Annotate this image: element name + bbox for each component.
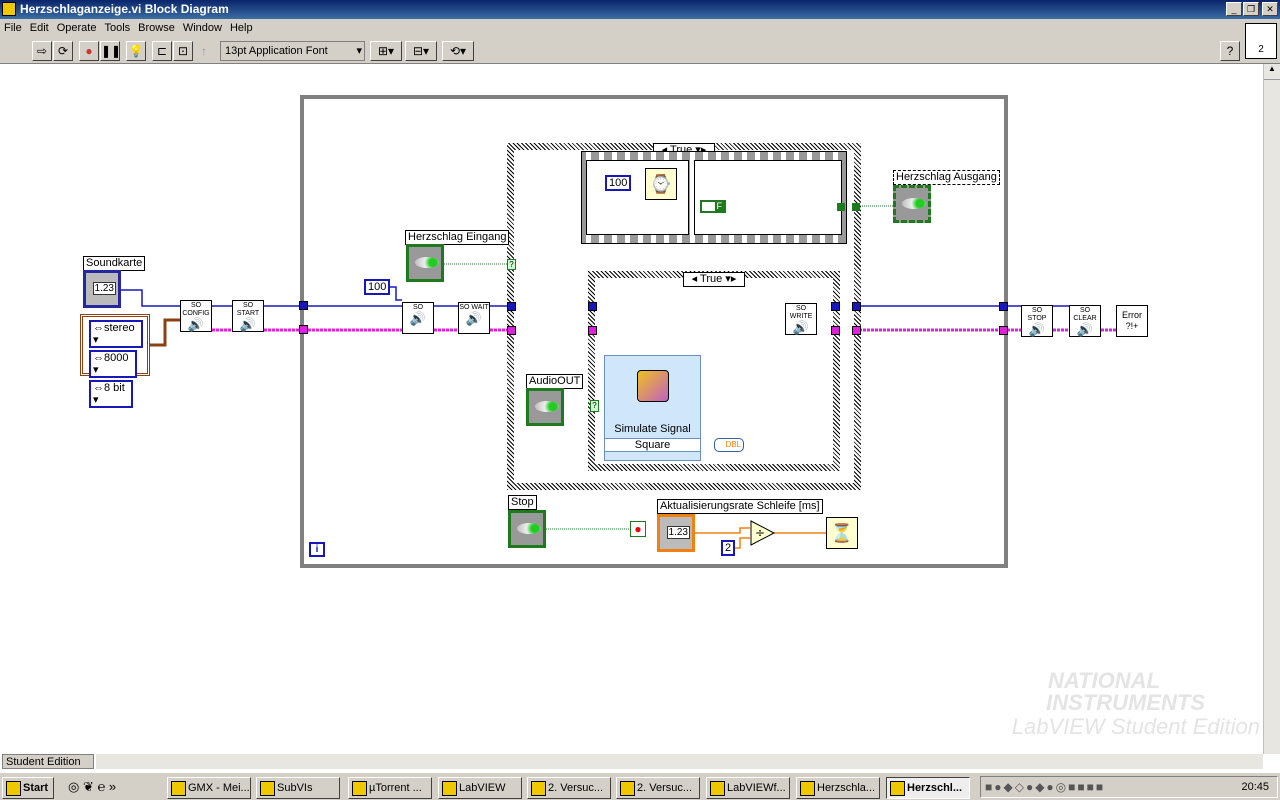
soundkarte-label: Soundkarte bbox=[83, 256, 146, 271]
stop-label: Stop bbox=[508, 495, 537, 510]
loop-tunnel-error bbox=[299, 325, 308, 334]
herzschlag-ausgang-indicator[interactable] bbox=[893, 185, 931, 223]
timeout-constant[interactable]: 100 bbox=[364, 279, 391, 295]
herzschlag-ausgang-label: Herzschlag Ausgang bbox=[893, 170, 1000, 185]
audioout-control[interactable] bbox=[526, 388, 564, 426]
sequence-tunnel bbox=[837, 203, 845, 211]
wire-int bbox=[120, 289, 180, 307]
task-gmx[interactable]: GMX - Mei... bbox=[167, 777, 251, 799]
rate-control[interactable]: 1.23 bbox=[657, 514, 695, 552]
sound-config-vi[interactable]: SO CONFIG 🔊 bbox=[180, 300, 212, 332]
sequence-frame-2[interactable] bbox=[694, 160, 842, 235]
sound-wait-label: SO WAIT bbox=[459, 304, 489, 311]
system-tray: ■●◆◇●◆●◎■■■■ 20:45 bbox=[980, 776, 1278, 798]
inner-case-value: True bbox=[700, 273, 723, 285]
soundkarte-control[interactable]: 1.23 bbox=[83, 270, 121, 308]
svg-text:÷: ÷ bbox=[755, 526, 765, 540]
inner-tunnel-error bbox=[588, 326, 597, 335]
sound-format-cluster[interactable]: ⇔stereo ▾ ⇔8000 ▾ ⇔8 bit ▾ bbox=[80, 314, 150, 408]
sound-config-label: SO CONFIG bbox=[182, 302, 210, 317]
inner-case-selector[interactable]: ◂ True ▾▸ bbox=[683, 272, 745, 287]
taskbar: Start ◎ ❦ ℮ » GMX - Mei... SubVIs µTorre… bbox=[0, 772, 1280, 800]
watermark-line3: LabVIEW Student Edition bbox=[1011, 714, 1260, 739]
wire-cluster bbox=[150, 318, 180, 347]
sound-write-vi[interactable]: SO WRITE 🔊 bbox=[785, 303, 817, 335]
inner-tunnel-refnum-out bbox=[831, 302, 840, 311]
case-tunnel-refnum bbox=[507, 302, 516, 311]
sound-timeout-label: SO bbox=[412, 304, 424, 311]
inner-tunnel-refnum bbox=[588, 302, 597, 311]
clock: 20:45 bbox=[1241, 781, 1269, 793]
watermark-line1: NATIONAL bbox=[1047, 668, 1160, 693]
task-herzschl-diagram[interactable]: Herzschl... bbox=[886, 777, 970, 799]
inner-tunnel-error-out bbox=[831, 326, 840, 335]
edition-indicator: Student Edition bbox=[2, 754, 94, 769]
tray-icons[interactable]: ■●◆◇●◆●◎■■■■ bbox=[985, 780, 1105, 794]
stop-button-control[interactable] bbox=[508, 510, 546, 548]
quick-launch-icons[interactable]: ◎ ❦ ℮ » bbox=[68, 779, 116, 795]
watermark-line2: INSTRUMENTS bbox=[1046, 690, 1205, 715]
soundkarte-value: 1.23 bbox=[92, 282, 116, 295]
divide-icon[interactable]: ÷ bbox=[750, 520, 776, 546]
sound-start-label: SO START bbox=[236, 302, 260, 317]
wait-until-next-ms-multiple-icon[interactable]: ⏳ bbox=[826, 517, 858, 549]
task-utorrent[interactable]: µTorrent ... bbox=[348, 777, 432, 799]
simulate-signal-mode[interactable]: Square bbox=[605, 438, 700, 452]
task-subvis[interactable]: SubVIs bbox=[256, 777, 340, 799]
vertical-scrollbar[interactable]: ▲ bbox=[1263, 64, 1280, 754]
enum-rate[interactable]: ⇔8000 ▾ bbox=[89, 350, 137, 378]
task-versuch-2[interactable]: 2. Versuc... bbox=[616, 777, 700, 799]
sound-write-label: SO WRITE bbox=[789, 305, 813, 320]
sound-stop-label: SO STOP bbox=[1027, 307, 1047, 322]
rate-label: Aktualisierungsrate Schleife [ms] bbox=[657, 499, 823, 514]
enum-channels[interactable]: ⇔stereo ▾ bbox=[89, 320, 143, 348]
herzschlag-eingang-control[interactable] bbox=[406, 244, 444, 282]
task-labview[interactable]: LabVIEW bbox=[438, 777, 522, 799]
case-tunnel-error bbox=[507, 326, 516, 335]
wait-ms-icon[interactable]: ⌚ bbox=[645, 168, 677, 200]
audioout-label: AudioOUT bbox=[526, 374, 584, 389]
rate-value: 1.23 bbox=[666, 526, 690, 539]
enum-rate-value: 8000 bbox=[104, 352, 129, 364]
loop-tunnel-error-out bbox=[999, 326, 1008, 335]
sound-timeout-vi[interactable]: SO 🔊 bbox=[402, 302, 434, 334]
sound-wait-vi[interactable]: SO WAIT 🔊 bbox=[458, 302, 490, 334]
herzschlag-eingang-label: Herzschlag Eingang bbox=[405, 230, 510, 245]
case-tunnel-refnum-out bbox=[852, 302, 861, 311]
horizontal-scrollbar[interactable] bbox=[96, 754, 1263, 769]
case-selector-terminal: ? bbox=[507, 259, 516, 270]
simulate-signal-express-vi[interactable]: Simulate Signal Square bbox=[604, 355, 701, 461]
scroll-up-icon[interactable]: ▲ bbox=[1264, 64, 1280, 80]
false-constant[interactable]: F bbox=[700, 200, 726, 213]
false-constant-value: F bbox=[714, 201, 724, 211]
simulate-signal-title: Simulate Signal bbox=[614, 423, 691, 435]
sound-clear-label: SO CLEAR bbox=[1073, 307, 1097, 322]
convert-from-dynamic-data[interactable]: DBL bbox=[714, 438, 744, 452]
loop-tunnel-refnum-out bbox=[999, 302, 1008, 311]
inner-case-selector-terminal: ? bbox=[590, 400, 599, 412]
case-tunnel bbox=[852, 203, 860, 211]
sound-clear-vi[interactable]: SO CLEAR 🔊 bbox=[1069, 305, 1101, 337]
task-labviewf[interactable]: LabVIEWf... bbox=[706, 777, 790, 799]
sound-start-vi[interactable]: SO START 🔊 bbox=[232, 300, 264, 332]
start-button[interactable]: Start bbox=[2, 777, 54, 799]
enum-bits-value: 8 bit bbox=[104, 382, 125, 394]
enum-bits[interactable]: ⇔8 bit ▾ bbox=[89, 380, 133, 408]
simple-error-handler-vi[interactable]: Error ?!+ bbox=[1116, 305, 1148, 337]
case-tunnel-error-out bbox=[852, 326, 861, 335]
sound-stop-vi[interactable]: SO STOP 🔊 bbox=[1021, 305, 1053, 337]
iteration-terminal[interactable]: i bbox=[309, 542, 325, 557]
ni-watermark: NATIONAL INSTRUMENTS LabVIEW Student Edi… bbox=[965, 670, 1260, 740]
enum-channels-value: stereo bbox=[104, 322, 135, 334]
loop-tunnel-refnum bbox=[299, 301, 308, 310]
task-herzschla-front[interactable]: Herzschla... bbox=[796, 777, 880, 799]
simulate-signal-icon bbox=[637, 370, 669, 402]
close-button[interactable]: ✕ bbox=[1262, 2, 1278, 16]
wait-ms-constant[interactable]: 100 bbox=[605, 175, 632, 191]
task-versuch-1[interactable]: 2. Versuc... bbox=[527, 777, 611, 799]
edition-text: Student Edition bbox=[6, 756, 81, 768]
loop-condition-stop-icon[interactable]: ● bbox=[630, 521, 646, 537]
divisor-constant[interactable]: 2 bbox=[721, 540, 736, 556]
